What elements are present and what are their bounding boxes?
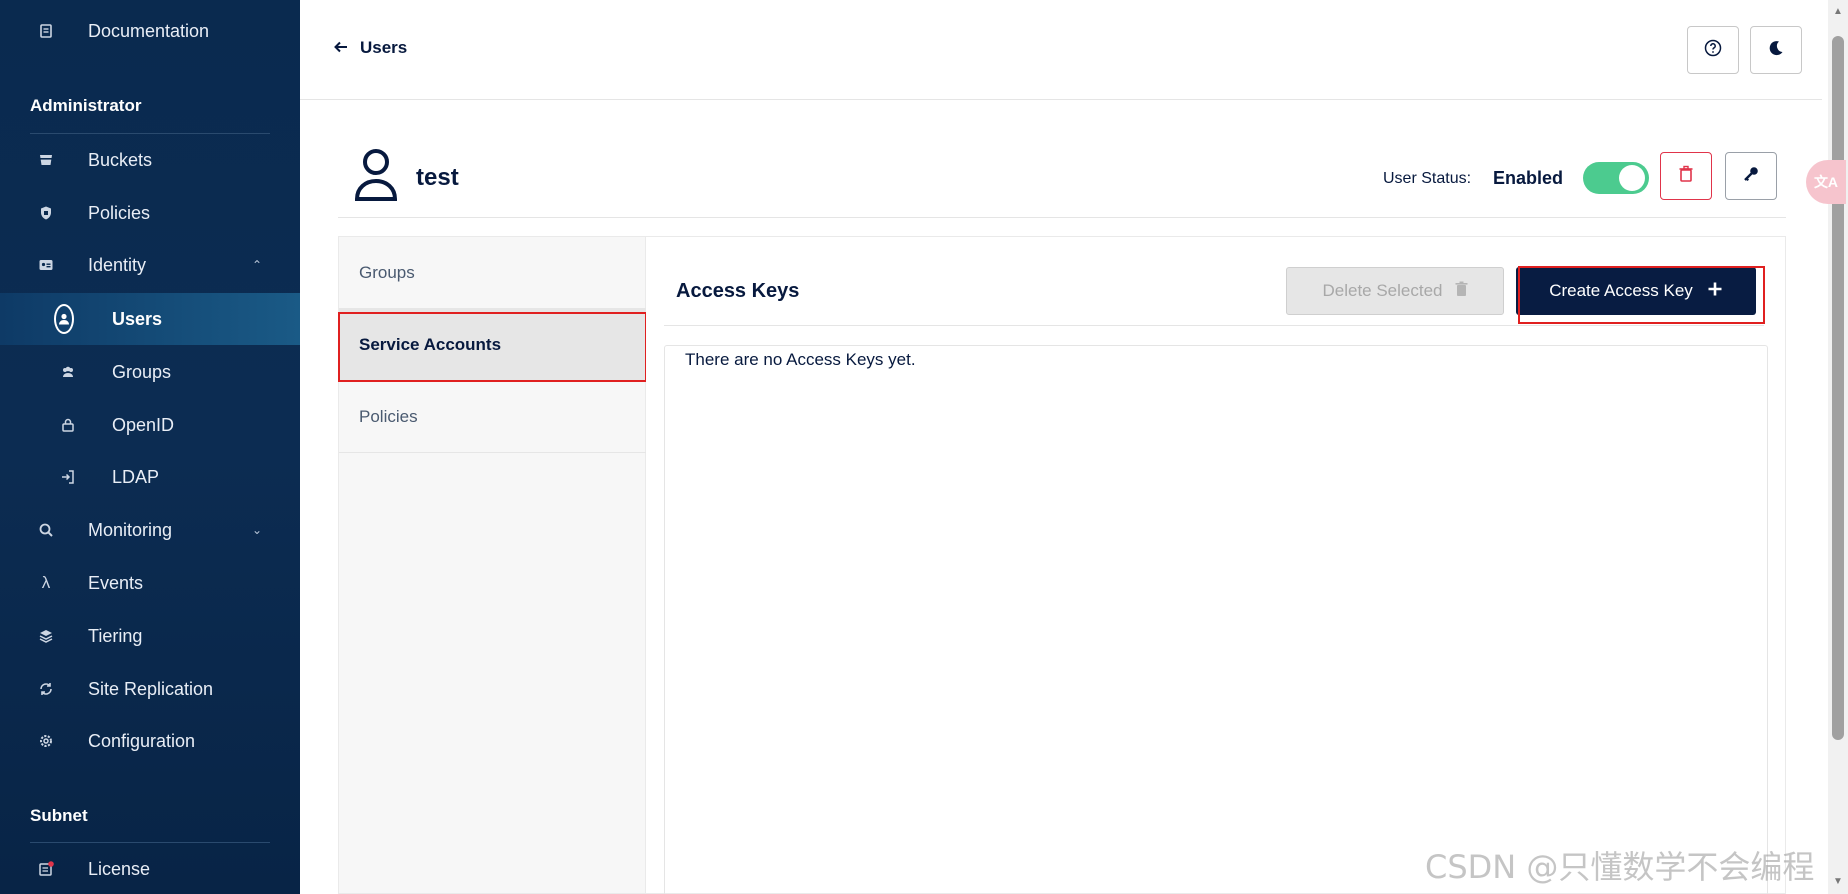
- user-status-value: Enabled: [1493, 168, 1564, 188]
- trash-icon: [1455, 281, 1468, 302]
- lambda-icon: λ: [41, 573, 51, 592]
- empty-message: There are no Access Keys yet.: [685, 350, 916, 369]
- sidebar-item-label: Documentation: [88, 20, 210, 41]
- tab-service-accounts[interactable]: Service Accounts: [339, 309, 647, 381]
- sidebar-item-label: Buckets: [88, 149, 153, 170]
- sidebar-item-identity[interactable]: Identity ⌃: [0, 239, 300, 291]
- sidebar-item-policies[interactable]: Policies: [0, 187, 300, 239]
- sidebar-item-label: Configuration: [88, 730, 196, 751]
- tab-groups[interactable]: Groups: [339, 237, 647, 309]
- sidebar-item-license[interactable]: License: [0, 843, 300, 894]
- license-icon: [36, 859, 56, 879]
- layers-icon: [36, 626, 56, 646]
- back-link-label: Users: [360, 38, 408, 57]
- change-password-button[interactable]: [1725, 152, 1777, 200]
- sidebar-item-label: Policies: [88, 202, 151, 223]
- plus-icon: [1707, 281, 1723, 302]
- sidebar-item-ldap[interactable]: LDAP: [0, 451, 300, 503]
- user-header: test User Status: Enabled: [338, 138, 1786, 218]
- sidebar-item-groups[interactable]: Groups: [0, 346, 300, 398]
- id-card-icon: [36, 255, 56, 275]
- watermark: CSDN @只懂数学不会编程: [1425, 848, 1815, 886]
- delete-selected-button[interactable]: Delete Selected: [1286, 267, 1504, 315]
- moon-icon: [1767, 39, 1785, 62]
- panel-title: Access Keys: [676, 280, 800, 302]
- key-icon: [1742, 165, 1760, 188]
- question-circle-icon: [1704, 39, 1722, 62]
- login-icon: [58, 467, 78, 487]
- translate-badge[interactable]: 文A: [1806, 160, 1846, 204]
- dark-mode-button[interactable]: [1750, 26, 1802, 74]
- lock-icon: [58, 415, 78, 435]
- sidebar-item-label: LDAP: [112, 466, 160, 487]
- help-button[interactable]: [1687, 26, 1739, 74]
- sidebar-item-tiering[interactable]: Tiering: [0, 610, 300, 662]
- sidebar-item-monitoring[interactable]: Monitoring ⌄: [0, 504, 300, 556]
- shield-icon: [36, 203, 56, 223]
- sidebar-item-label: Groups: [112, 361, 172, 382]
- sidebar-item-documentation[interactable]: Documentation: [0, 5, 300, 57]
- section-title-administrator: Administrator: [30, 96, 142, 115]
- chevron-up-icon[interactable]: ⌃: [252, 258, 262, 272]
- document-icon: [36, 21, 56, 41]
- sidebar-item-openid[interactable]: OpenID: [0, 399, 300, 451]
- delete-user-button[interactable]: [1660, 152, 1712, 200]
- create-access-key-button[interactable]: Create Access Key: [1516, 267, 1756, 315]
- monitor-search-icon: [36, 520, 56, 540]
- gear-icon: [36, 731, 56, 751]
- access-keys-list: There are no Access Keys yet.: [664, 345, 1768, 894]
- access-keys-panel: Access Keys Delete Selected Create Acces…: [646, 236, 1786, 894]
- sidebar-item-label: Users: [112, 308, 163, 329]
- scroll-up-icon[interactable]: ▲: [1832, 6, 1844, 18]
- back-link[interactable]: Users: [334, 38, 407, 58]
- user-name: test: [416, 164, 459, 191]
- sidebar-item-site-replication[interactable]: Site Replication: [0, 663, 300, 715]
- page-scrollbar[interactable]: ▲ ▼: [1828, 0, 1848, 894]
- arrow-left-icon: [334, 38, 348, 58]
- sidebar-item-buckets[interactable]: Buckets: [0, 134, 300, 186]
- sidebar: Documentation Administrator Buckets Poli…: [0, 0, 300, 894]
- sidebar-item-configuration[interactable]: Configuration: [0, 715, 300, 767]
- sidebar-item-label: Events: [88, 572, 144, 593]
- toggle-knob: [1619, 165, 1645, 191]
- sidebar-item-label: License: [88, 858, 151, 879]
- scroll-thumb[interactable]: [1832, 36, 1844, 740]
- chevron-down-icon[interactable]: ⌄: [252, 523, 262, 537]
- sidebar-item-label: Monitoring: [88, 519, 173, 540]
- tab-policies[interactable]: Policies: [339, 381, 647, 453]
- user-status-label: User Status:: [1383, 170, 1472, 187]
- sidebar-item-label: OpenID: [112, 414, 175, 435]
- sidebar-item-label: Site Replication: [88, 678, 214, 699]
- panel-divider: [664, 325, 1764, 326]
- users-group-icon: [58, 362, 78, 382]
- section-title-subnet: Subnet: [30, 806, 88, 825]
- bucket-icon: [36, 150, 56, 170]
- user-tabs: Groups Service Accounts Policies: [338, 236, 647, 894]
- user-avatar-icon: [354, 146, 398, 207]
- user-icon: [54, 304, 74, 334]
- trash-icon: [1678, 165, 1694, 188]
- sidebar-item-label: Tiering: [88, 625, 143, 646]
- create-access-key-label: Create Access Key: [1549, 281, 1693, 300]
- sync-icon: [36, 679, 56, 699]
- delete-selected-label: Delete Selected: [1322, 281, 1443, 300]
- sidebar-item-label: Identity: [88, 254, 147, 275]
- top-bar: Users: [300, 0, 1822, 100]
- sidebar-item-users[interactable]: Users: [0, 293, 300, 345]
- scroll-down-icon[interactable]: ▼: [1832, 876, 1844, 888]
- sidebar-item-events[interactable]: λ Events: [0, 557, 300, 609]
- user-status-toggle[interactable]: [1583, 162, 1649, 194]
